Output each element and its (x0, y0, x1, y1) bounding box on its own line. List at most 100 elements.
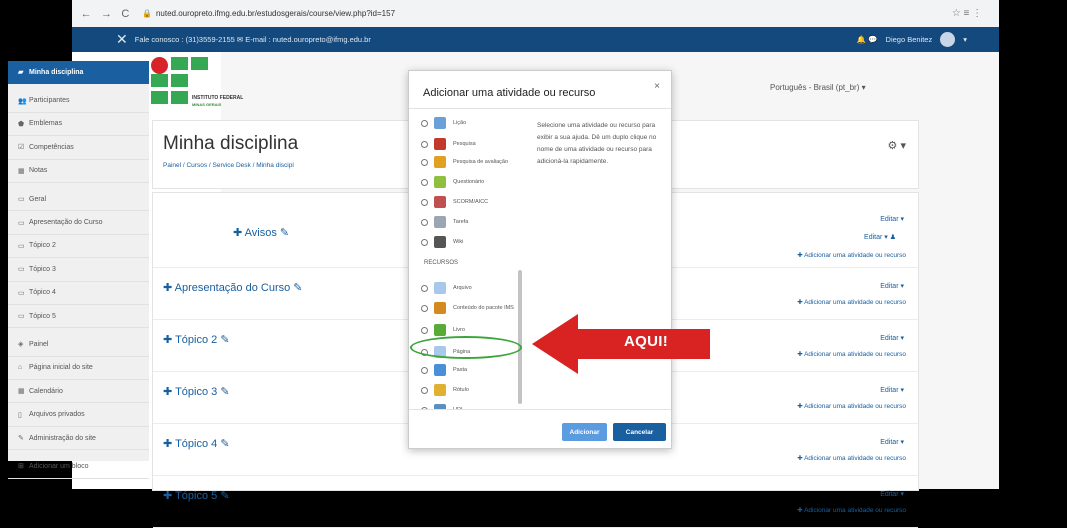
option-livro[interactable]: Livro (421, 324, 521, 336)
conteudo-do-pacote-ims-icon (434, 302, 446, 314)
radio-button[interactable] (421, 304, 428, 312)
option-conteudo-do-pacote-ims[interactable]: Conteúdo do pacote IMS (421, 302, 521, 314)
edit-menu[interactable]: Editar ▾ (880, 490, 904, 498)
livro-icon (434, 324, 446, 336)
sidebar-item-geral[interactable]: ▭ Geral (8, 188, 149, 212)
edit-menu[interactable]: Editar ▾ (880, 334, 904, 342)
contact-info: Fale conosco : (31)3559-2155 ✉ E-mail : … (134, 35, 371, 44)
sidebar-item-competencias[interactable]: ☑ Competências (8, 136, 149, 160)
option-tarefa[interactable]: Tarefa (421, 216, 521, 228)
edit-menu[interactable]: Editar ▾ (880, 438, 904, 446)
notification-icon[interactable]: 🔔 💬 (857, 35, 878, 44)
add-activity-link[interactable]: ✚ Adicionar uma atividade ou recurso (797, 298, 906, 306)
section-title[interactable]: ✚ Tópico 3 ✎ (163, 385, 230, 398)
dialog-title: Adicionar uma atividade ou recurso (423, 87, 596, 99)
top-navbar: ✕ Fale conosco : (31)3559-2155 ✉ E-mail … (72, 27, 999, 52)
sidebar-item-adicionar-um-bloco[interactable]: ⊞ Adicionar um bloco (8, 455, 149, 479)
radio-button[interactable] (421, 386, 428, 394)
add-activity-link[interactable]: ✚ Adicionar uma atividade ou recurso (797, 350, 906, 358)
add-activity-link[interactable]: ✚ Adicionar uma atividade ou recurso (797, 251, 906, 259)
sidebar-item-topico-4[interactable]: ▭ Tópico 4 (8, 282, 149, 305)
radio-button[interactable] (421, 326, 428, 334)
radio-button[interactable] (421, 218, 428, 226)
logo-dot (151, 57, 168, 74)
close-icon[interactable]: ✕ (116, 31, 128, 48)
activity-list[interactable]: Lição Pesquisa Pesquisa de avaliação Questi… (412, 110, 524, 410)
sidebar-item-apresentacao-do-curso[interactable]: ▭ Apresentação do Curso (8, 211, 149, 235)
option-questionario[interactable]: Questionário (421, 176, 521, 188)
sidebar-item-topico-3[interactable]: ▭ Tópico 3 (8, 258, 149, 282)
radio-button[interactable] (421, 119, 428, 127)
browser-menu-icons[interactable]: ☆ ≡ ⋮ (935, 8, 999, 19)
language-selector[interactable]: Português - Brasil (pt_br) ▾ (770, 83, 866, 92)
section-title[interactable]: ✚ Tópico 5 ✎ (163, 489, 230, 502)
browser-bar: ← → C 🔒 nuted.ouropreto.ifmg.edu.br/estu… (72, 0, 999, 28)
sidebar-item-minha-disciplina[interactable]: ▰ Minha disciplina (8, 61, 149, 85)
avatar[interactable] (940, 32, 956, 47)
logo-block (171, 91, 188, 104)
scrollbar-thumb[interactable] (518, 270, 522, 404)
help-text: Selecione uma atividade ou recurso para … (537, 122, 657, 165)
address-bar[interactable]: nuted.ouropreto.ifmg.edu.br/estudosgerai… (156, 9, 935, 18)
edit-menu[interactable]: Editar ▾ (880, 386, 904, 394)
arrow-shape (532, 314, 710, 374)
course-section: ✚ Tópico 5 ✎ Editar ▾ ✚ Adicionar uma ativ… (153, 475, 918, 528)
section-title[interactable]: ✚ Apresentação do Curso ✎ (163, 281, 303, 294)
section-title[interactable]: ✚ Tópico 2 ✎ (163, 333, 230, 346)
sidebar-item-emblemas[interactable]: ⬟ Emblemas (8, 113, 149, 137)
option-label: Wiki (453, 238, 464, 245)
breadcrumb[interactable]: Painel / Cursos / Service Desk / Minha d… (163, 162, 294, 169)
forward-icon[interactable]: → (101, 8, 112, 20)
radio-button[interactable] (421, 238, 428, 246)
close-icon[interactable]: × (654, 81, 660, 92)
sidebar-item-label: Tópico 2 (29, 242, 56, 250)
activity-list-scrollbar[interactable] (518, 110, 522, 410)
sidebar-icon: ▦ (18, 388, 25, 396)
sidebar-item-administracao-do-site[interactable]: ✎ Administração do site (8, 427, 149, 451)
logo-block (171, 74, 188, 87)
option-arquivo[interactable]: Arquivo (421, 282, 521, 294)
reload-icon[interactable]: C (121, 8, 129, 20)
radio-button[interactable] (421, 140, 428, 148)
sidebar-item-topico-5[interactable]: ▭ Tópico 5 (8, 305, 149, 329)
edit-menu[interactable]: Editar ▾ (880, 282, 904, 290)
section-title[interactable]: ✚ Tópico 4 ✎ (163, 437, 230, 450)
cancel-button[interactable]: Cancelar (613, 423, 666, 441)
add-activity-link[interactable]: ✚ Adicionar uma atividade ou recurso (797, 402, 906, 410)
institution-logo[interactable]: INSTITUTO FEDERAL MINAS GERAIS (151, 57, 291, 117)
radio-button[interactable] (421, 198, 428, 206)
option-wiki[interactable]: Wiki (421, 236, 521, 248)
option-label: Lição (453, 119, 467, 126)
user-menu[interactable]: 🔔 💬 Diego Benitez ▾ (857, 27, 967, 52)
radio-button[interactable] (421, 284, 428, 292)
sidebar-item-calendario[interactable]: ▦ Calendário (8, 380, 149, 404)
sidebar-item-label: Minha disciplina (29, 68, 84, 76)
option-scorm-aicc[interactable]: SCORM/AICC (421, 196, 521, 208)
option-pesquisa[interactable]: Pesquisa (421, 138, 521, 150)
add-activity-link[interactable]: ✚ Adicionar uma atividade ou recurso (797, 454, 906, 462)
sidebar-item-participantes[interactable]: 👥 Participantes (8, 89, 149, 113)
add-button[interactable]: Adicionar (562, 423, 607, 441)
sidebar-item-arquivos-privados[interactable]: ▯ Arquivos privados (8, 403, 149, 427)
sidebar-item-pagina-inicial-do-site[interactable]: ⌂ Página inicial do site (8, 357, 149, 381)
sidebar-icon: ⊞ (18, 463, 24, 471)
sidebar-item-notas[interactable]: ▦ Notas (8, 160, 149, 183)
section-title[interactable]: ✚ Avisos ✎ (233, 226, 289, 239)
sidebar-item-topico-2[interactable]: ▭ Tópico 2 (8, 235, 149, 259)
radio-button[interactable] (421, 158, 428, 166)
radio-button[interactable] (421, 178, 428, 186)
sidebar-item-painel[interactable]: ◈ Painel (8, 333, 149, 357)
option-rotulo[interactable]: Rótulo (421, 384, 521, 396)
edit-menu[interactable]: Editar ▾ (880, 215, 904, 223)
chevron-down-icon[interactable]: ▾ (963, 35, 967, 44)
radio-button[interactable] (421, 366, 428, 374)
tarefa-icon (434, 216, 446, 228)
option-pasta[interactable]: Pasta (421, 364, 521, 376)
option-licao[interactable]: Lição (421, 117, 521, 129)
add-activity-link[interactable]: ✚ Adicionar uma atividade ou recurso (797, 506, 906, 514)
gear-icon[interactable]: ⚙ ▾ (888, 139, 906, 152)
option-pesquisa-de-avaliacao[interactable]: Pesquisa de avaliação (421, 156, 521, 168)
user-name[interactable]: Diego Benitez (886, 35, 933, 44)
back-icon[interactable]: ← (81, 8, 92, 20)
edit-menu-secondary[interactable]: Editar ▾ ♟ (864, 233, 896, 241)
